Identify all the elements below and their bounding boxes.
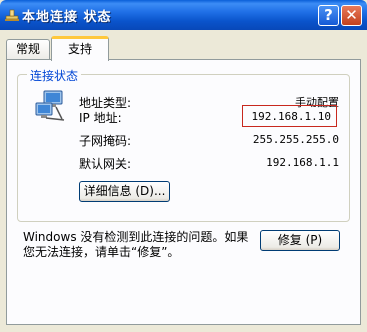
tab-general[interactable]: 常规 [6, 39, 50, 60]
tab-support[interactable]: 支持 [51, 36, 109, 61]
ip-address-label: IP 地址: [79, 111, 122, 125]
network-status-dialog: 本地连接 状态 ? ✕ 常规 支持 连接状态 地址类型: 手动配置 IP 地址:… [0, 0, 367, 332]
default-gateway-value: 192.168.1.1 [266, 156, 339, 169]
repair-note-line-2: 您无法连接，请单击“修复”。 [23, 245, 180, 259]
default-gateway-label: 默认网关: [79, 157, 132, 171]
subnet-mask-value: 255.255.255.0 [252, 133, 339, 146]
repair-note: Windows 没有检测到此连接的问题。如果 您无法连接，请单击“修复”。 [23, 230, 253, 260]
subnet-mask-label: 子网掩码: [79, 134, 132, 148]
repair-note-line-1: Windows 没有检测到此连接的问题。如果 [23, 230, 249, 244]
ip-address-value: 192.168.1.10 [251, 110, 331, 123]
group-label: 连接状态 [27, 67, 82, 84]
repair-button[interactable]: 修复 (P) [260, 230, 340, 251]
help-icon: ? [324, 6, 333, 24]
title-bar[interactable]: 本地连接 状态 ? ✕ [0, 0, 367, 30]
tab-panel-support: 连接状态 地址类型: 手动配置 IP 地址: 192.168.1.10 子网掩码… [6, 59, 361, 325]
network-connection-icon [5, 9, 19, 21]
help-button[interactable]: ? [318, 5, 339, 26]
network-computers-icon [35, 90, 65, 121]
window-title: 本地连接 状态 [22, 10, 112, 25]
close-button[interactable]: ✕ [341, 5, 362, 26]
connection-status-group: 连接状态 地址类型: 手动配置 IP 地址: 192.168.1.10 子网掩码… [17, 67, 350, 222]
details-button[interactable]: 详细信息 (D)... [79, 181, 170, 202]
close-icon: ✕ [345, 6, 358, 24]
